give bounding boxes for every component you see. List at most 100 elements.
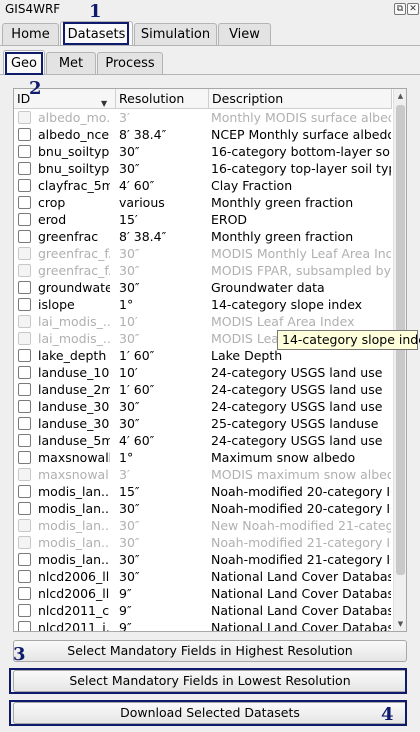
cell-resolution: 30″ (119, 535, 140, 550)
callout-1: 1 (89, 1, 102, 22)
table-row[interactable]: lai_modis_... 10′ MODIS Leaf Area Index (14, 313, 392, 330)
row-checkbox[interactable] (18, 145, 31, 158)
row-checkbox (18, 111, 31, 124)
cell-id: landuse_2m (38, 382, 110, 397)
cell-description: National Land Cover Database... (211, 620, 391, 631)
cell-id: albedo_ncep (38, 127, 110, 142)
table-row[interactable]: maxsnowal... 3′ MODIS maximum snow albedo (14, 466, 392, 483)
table-row[interactable]: erod 15′ EROD (14, 211, 392, 228)
row-checkbox[interactable] (18, 298, 31, 311)
table-row[interactable]: greenfrac_f... 30″ MODIS FPAR, subsampled … (14, 262, 392, 279)
table-row[interactable]: nlcd2006_ll... 9″ National Land Cover Data… (14, 585, 392, 602)
table-row[interactable]: groundwater 30″ Groundwater data (14, 279, 392, 296)
table-row[interactable]: landuse_10... 10′ 24-category USGS land us… (14, 364, 392, 381)
cell-id: greenfrac_f... (38, 263, 110, 278)
cell-description: Noah-modified 21-category IG... (211, 535, 391, 550)
scroll-up-icon[interactable]: ▲ (394, 90, 406, 102)
table-row[interactable]: bnu_soiltyp... 30″ 16-category bottom-laye… (14, 143, 392, 160)
cell-resolution: various (119, 195, 165, 210)
table-row[interactable]: islope 1° 14-category slope index (14, 296, 392, 313)
row-checkbox[interactable] (18, 281, 31, 294)
row-checkbox[interactable] (18, 213, 31, 226)
row-checkbox (18, 264, 31, 277)
cell-resolution: 30″ (119, 416, 140, 431)
cell-description: 16-category top-layer soil type (211, 161, 391, 176)
row-checkbox[interactable] (18, 451, 31, 464)
row-checkbox (18, 247, 31, 260)
table-row[interactable]: bnu_soiltyp... 30″ 16-category top-layer s… (14, 160, 392, 177)
cell-resolution: 30″ (119, 246, 140, 261)
vertical-scrollbar[interactable]: ▲ ▼ (393, 89, 406, 631)
row-checkbox (18, 468, 31, 481)
table-row[interactable]: crop various Monthly green fraction (14, 194, 392, 211)
row-checkbox[interactable] (18, 604, 31, 617)
column-header-description[interactable]: Description (209, 89, 392, 109)
tab-view[interactable]: View (218, 23, 271, 45)
row-checkbox[interactable] (18, 621, 31, 631)
table-row[interactable]: greenfrac 8′ 38.4″ Monthly green fraction (14, 228, 392, 245)
float-window-icon[interactable]: ⧉ (394, 3, 406, 15)
row-checkbox[interactable] (18, 502, 31, 515)
cell-description: Noah-modified 20-category IG... (211, 484, 391, 499)
close-window-icon[interactable]: ✕ (407, 3, 419, 15)
table-row[interactable]: landuse_30s 30″ 24-category USGS land use (14, 398, 392, 415)
row-checkbox[interactable] (18, 366, 31, 379)
row-checkbox[interactable] (18, 179, 31, 192)
table-row[interactable]: landuse_5m 4′ 60″ 24-category USGS land us… (14, 432, 392, 449)
row-checkbox[interactable] (18, 417, 31, 430)
table-row[interactable]: modis_lan... 30″ Noah-modified 20-category… (14, 500, 392, 517)
tooltip: 14-category slope index (277, 330, 420, 350)
row-checkbox[interactable] (18, 349, 31, 362)
row-checkbox[interactable] (18, 587, 31, 600)
row-checkbox[interactable] (18, 196, 31, 209)
callout-3: 3 (13, 644, 26, 665)
table-row[interactable]: modis_lan... 15″ Noah-modified 20-category… (14, 483, 392, 500)
cell-id: lai_modis_... (38, 314, 110, 329)
cell-resolution: 4′ 60″ (119, 178, 155, 193)
table-row[interactable]: nlcd2011_i... 9″ National Land Cover Datab… (14, 619, 392, 631)
table-row[interactable]: albedo_ncep 8′ 38.4″ NCEP Monthly surface … (14, 126, 392, 143)
cell-id: modis_lan... (38, 552, 110, 567)
row-checkbox[interactable] (18, 230, 31, 243)
dataset-table[interactable]: ID▼ Resolution Description albedo_mo... 3… (13, 88, 407, 632)
table-row[interactable]: modis_lan... 30″ New Noah-modified 21-cate… (14, 517, 392, 534)
cell-description: MODIS FPAR, subsampled by ... (211, 263, 391, 278)
cell-id: erod (38, 212, 67, 227)
table-row[interactable]: nlcd2006_ll... 30″ National Land Cover Dat… (14, 568, 392, 585)
row-checkbox[interactable] (18, 434, 31, 447)
select-lowest-resolution-button[interactable]: Select Mandatory Fields in Lowest Resolu… (13, 670, 407, 692)
table-row[interactable]: landuse_30... 30″ 25-category USGS landuse (14, 415, 392, 432)
cell-description: MODIS Leaf Area Index (211, 314, 355, 329)
scroll-down-icon[interactable]: ▼ (394, 618, 406, 630)
tab-pane-border (0, 45, 420, 46)
table-row[interactable]: nlcd2011_c... 9″ National Land Cover Datab… (14, 602, 392, 619)
row-checkbox[interactable] (18, 383, 31, 396)
tab-datasets[interactable]: Datasets (60, 21, 133, 46)
table-row[interactable]: maxsnowalb 1° Maximum snow albedo (14, 449, 392, 466)
cell-resolution: 30″ (119, 331, 140, 346)
column-header-resolution[interactable]: Resolution (116, 89, 209, 109)
row-checkbox[interactable] (18, 485, 31, 498)
cell-description: National Land Cover Database... (211, 603, 391, 618)
table-row[interactable]: modis_lan... 30″ Noah-modified 21-category… (14, 534, 392, 551)
table-row[interactable]: albedo_mo... 3′ Monthly MODIS surface albe… (14, 109, 392, 126)
tab-process[interactable]: Process (97, 52, 163, 74)
tab-met[interactable]: Met (46, 52, 96, 74)
tab-simulation[interactable]: Simulation (134, 23, 217, 45)
row-checkbox[interactable] (18, 400, 31, 413)
download-datasets-button[interactable]: Download Selected Datasets (13, 702, 407, 724)
row-checkbox[interactable] (18, 162, 31, 175)
tab-geo[interactable]: Geo (3, 50, 45, 75)
cell-id: maxsnowalb (38, 450, 110, 465)
table-row[interactable]: modis_lan... 30″ Noah-modified 21-category… (14, 551, 392, 568)
row-checkbox[interactable] (18, 553, 31, 566)
table-body: albedo_mo... 3′ Monthly MODIS surface albe… (14, 109, 392, 631)
table-row[interactable]: landuse_2m 1′ 60″ 24-category USGS land us… (14, 381, 392, 398)
cell-id: nlcd2011_c... (38, 603, 110, 618)
tab-home[interactable]: Home (2, 23, 59, 45)
table-row[interactable]: greenfrac_f... 30″ MODIS Monthly Leaf Area… (14, 245, 392, 262)
select-highest-resolution-button[interactable]: Select Mandatory Fields in Highest Resol… (13, 640, 407, 662)
row-checkbox[interactable] (18, 128, 31, 141)
table-row[interactable]: clayfrac_5m 4′ 60″ Clay Fraction (14, 177, 392, 194)
row-checkbox[interactable] (18, 570, 31, 583)
